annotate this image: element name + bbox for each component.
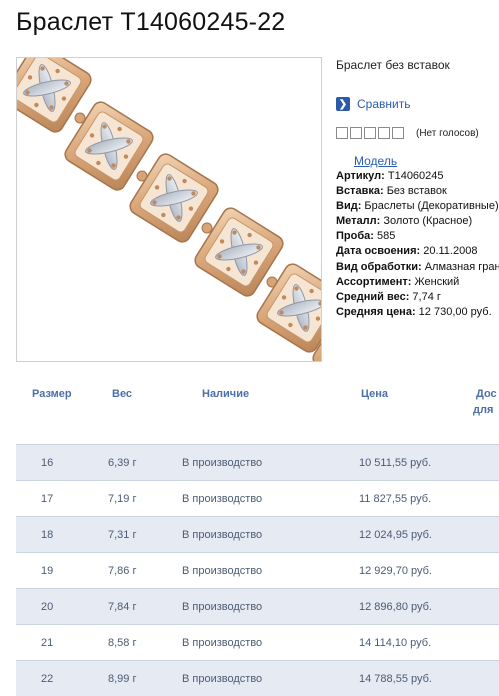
- cell-availability: В производство: [182, 457, 263, 469]
- rating-star-1[interactable]: [336, 127, 348, 139]
- cell-availability: В производство: [182, 493, 263, 505]
- spec-value: 12 730,00 руб.: [418, 305, 492, 318]
- cell-price: 14 788,55 руб.: [359, 673, 432, 685]
- table-row: 18 7,31 г В производство 12 024,95 руб.: [16, 516, 499, 552]
- cell-size: 20: [41, 601, 54, 613]
- spec-row: Средняя цена: 12 730,00 руб.: [336, 305, 499, 320]
- spec-row: Проба: 585: [336, 229, 499, 244]
- column-header-size[interactable]: Размер: [32, 388, 72, 400]
- product-image[interactable]: [16, 57, 322, 362]
- spec-value: Алмазная грань: [424, 260, 499, 273]
- cell-size: 21: [41, 637, 54, 649]
- cell-weight: 6,39 г: [108, 457, 137, 469]
- spec-label: Средняя цена:: [336, 305, 416, 318]
- spec-row: Вставка: Без вставок: [336, 184, 499, 199]
- table-row: 17 7,19 г В производство 11 827,55 руб.: [16, 480, 499, 516]
- spec-value: 585: [376, 230, 396, 243]
- spec-list: Артикул: Т14060245 Вставка: Без вставок …: [336, 169, 499, 320]
- column-header-availability[interactable]: Наличие: [202, 388, 249, 400]
- rating-star-4[interactable]: [378, 127, 390, 139]
- cell-size: 18: [41, 529, 54, 541]
- cell-price: 14 114,10 руб.: [359, 637, 432, 649]
- spec-row: Средний вес: 7,74 г: [336, 290, 499, 305]
- rating-widget[interactable]: (Нет голосов): [336, 127, 479, 139]
- column-header-extra[interactable]: Дос: [476, 388, 497, 400]
- spec-value: Т14060245: [387, 170, 444, 182]
- cell-weight: 8,58 г: [108, 637, 137, 649]
- table-row: 19 7,86 г В производство 12 929,70 руб.: [16, 552, 499, 588]
- cell-size: 17: [41, 493, 54, 505]
- votes-count: (Нет голосов): [416, 127, 479, 139]
- spec-row: Вид обработки: Алмазная грань: [336, 260, 499, 275]
- cell-availability: В производство: [182, 637, 263, 649]
- spec-row: Дата освоения: 20.11.2008: [336, 244, 499, 259]
- page-title: Браслет Т14060245-22: [16, 8, 286, 36]
- cell-price: 12 896,80 руб.: [359, 601, 432, 613]
- table-row: 22 8,99 г В производство 14 788,55 руб.: [16, 660, 499, 696]
- spec-label: Ассортимент:: [336, 275, 412, 288]
- spec-value: Женский: [414, 275, 460, 288]
- cell-price: 11 827,55 руб.: [359, 493, 432, 505]
- sizes-table: 16 6,39 г В производство 10 511,55 руб. 17 7,…: [16, 444, 499, 696]
- cell-availability: В производство: [182, 529, 263, 541]
- cell-price: 10 511,55 руб.: [359, 457, 432, 469]
- column-header-weight[interactable]: Вес: [112, 388, 132, 400]
- spec-row: Вид: Браслеты (Декоративные): [336, 199, 499, 214]
- spec-label: Вставка:: [336, 185, 384, 198]
- cell-availability: В производство: [182, 673, 263, 685]
- cell-size: 22: [41, 673, 54, 685]
- spec-value: 7,74 г: [412, 290, 441, 303]
- column-header-price[interactable]: Цена: [361, 388, 388, 400]
- spec-label: Артикул:: [336, 170, 385, 182]
- cell-availability: В производство: [182, 601, 263, 613]
- cell-weight: 8,99 г: [108, 673, 137, 685]
- model-link[interactable]: Модель: [354, 154, 397, 168]
- spec-label: Дата освоения:: [336, 245, 421, 258]
- compare-button[interactable]: ❯ Сравнить: [336, 97, 410, 111]
- spec-value: Без вставок: [386, 185, 447, 198]
- rating-star-2[interactable]: [350, 127, 362, 139]
- table-row: 21 8,58 г В производство 14 114,10 руб.: [16, 624, 499, 660]
- compare-label[interactable]: Сравнить: [357, 97, 410, 111]
- spec-label: Вид обработки:: [336, 260, 422, 273]
- product-description: Браслет без вставок: [336, 58, 450, 72]
- spec-value: Браслеты (Декоративные): [364, 200, 499, 213]
- cell-weight: 7,86 г: [108, 565, 137, 577]
- cell-size: 16: [41, 457, 54, 469]
- spec-row: Металл: Золото (Красное): [336, 214, 499, 229]
- table-header: Размер Вес Наличие Цена Дос для: [0, 385, 499, 425]
- spec-label: Металл:: [336, 215, 381, 228]
- cell-weight: 7,84 г: [108, 601, 137, 613]
- spec-label: Вид:: [336, 200, 362, 213]
- cell-price: 12 024,95 руб.: [359, 529, 432, 541]
- spec-label: Средний вес:: [336, 290, 410, 303]
- cell-weight: 7,19 г: [108, 493, 137, 505]
- spec-row: Артикул: Т14060245: [336, 169, 499, 184]
- rating-star-5[interactable]: [392, 127, 404, 139]
- arrow-right-icon: ❯: [336, 97, 350, 111]
- spec-label: Проба:: [336, 230, 374, 243]
- cell-size: 19: [41, 565, 54, 577]
- bracelet-image: [17, 58, 321, 361]
- spec-row: Ассортимент: Женский: [336, 275, 499, 290]
- spec-value: Золото (Красное): [383, 215, 473, 228]
- spec-value: 20.11.2008: [423, 245, 478, 258]
- rating-star-3[interactable]: [364, 127, 376, 139]
- cell-price: 12 929,70 руб.: [359, 565, 432, 577]
- cell-availability: В производство: [182, 565, 263, 577]
- table-row: 20 7,84 г В производство 12 896,80 руб.: [16, 588, 499, 624]
- cell-weight: 7,31 г: [108, 529, 137, 541]
- column-header-extra-line2: для: [473, 404, 494, 416]
- table-row: 16 6,39 г В производство 10 511,55 руб.: [16, 444, 499, 480]
